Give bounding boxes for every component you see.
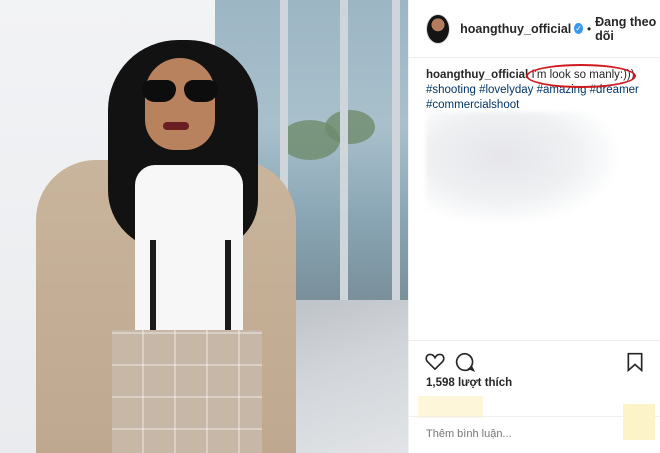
post-side-panel: hoangthuy_official ✓ • Đang theo dõi hoa… xyxy=(408,0,660,453)
caption-text-wrapper: I'm look so manly:))) xyxy=(526,64,637,88)
photo-tree xyxy=(325,110,375,144)
red-circle-annotation xyxy=(526,64,637,88)
bookmark-icon[interactable] xyxy=(626,352,644,372)
comment-icon[interactable] xyxy=(455,352,475,372)
blurred-comments xyxy=(426,112,616,222)
blurred-timestamp xyxy=(418,396,483,418)
caption-hashtags[interactable]: #shooting #lovelyday #amazing #dreamer #… xyxy=(426,83,654,113)
verified-badge-icon: ✓ xyxy=(574,23,583,34)
instagram-post: hoangthuy_official ✓ • Đang theo dõi hoa… xyxy=(0,0,660,453)
blurred-post-button xyxy=(623,404,655,440)
photo-sunglasses xyxy=(140,80,220,104)
avatar[interactable] xyxy=(426,13,451,44)
post-header: hoangthuy_official ✓ • Đang theo dõi xyxy=(409,0,660,58)
post-photo[interactable] xyxy=(0,0,408,453)
following-button[interactable]: Đang theo dõi xyxy=(595,15,660,43)
sunglasses-lens xyxy=(184,80,218,102)
photo-pants xyxy=(112,330,262,453)
header-username[interactable]: hoangthuy_official xyxy=(460,22,571,36)
caption-username[interactable]: hoangthuy_official xyxy=(426,69,528,81)
like-count[interactable]: 1,598 lượt thích xyxy=(426,377,512,389)
photo-face xyxy=(145,58,215,150)
header-separator: • xyxy=(586,21,592,36)
sunglasses-lens xyxy=(142,80,176,102)
photo-lips xyxy=(163,122,189,130)
action-bar xyxy=(409,340,660,374)
comment-input[interactable] xyxy=(426,428,616,440)
post-caption: hoangthuy_official I'm look so manly:)))… xyxy=(426,64,654,113)
heart-icon[interactable] xyxy=(425,352,445,370)
